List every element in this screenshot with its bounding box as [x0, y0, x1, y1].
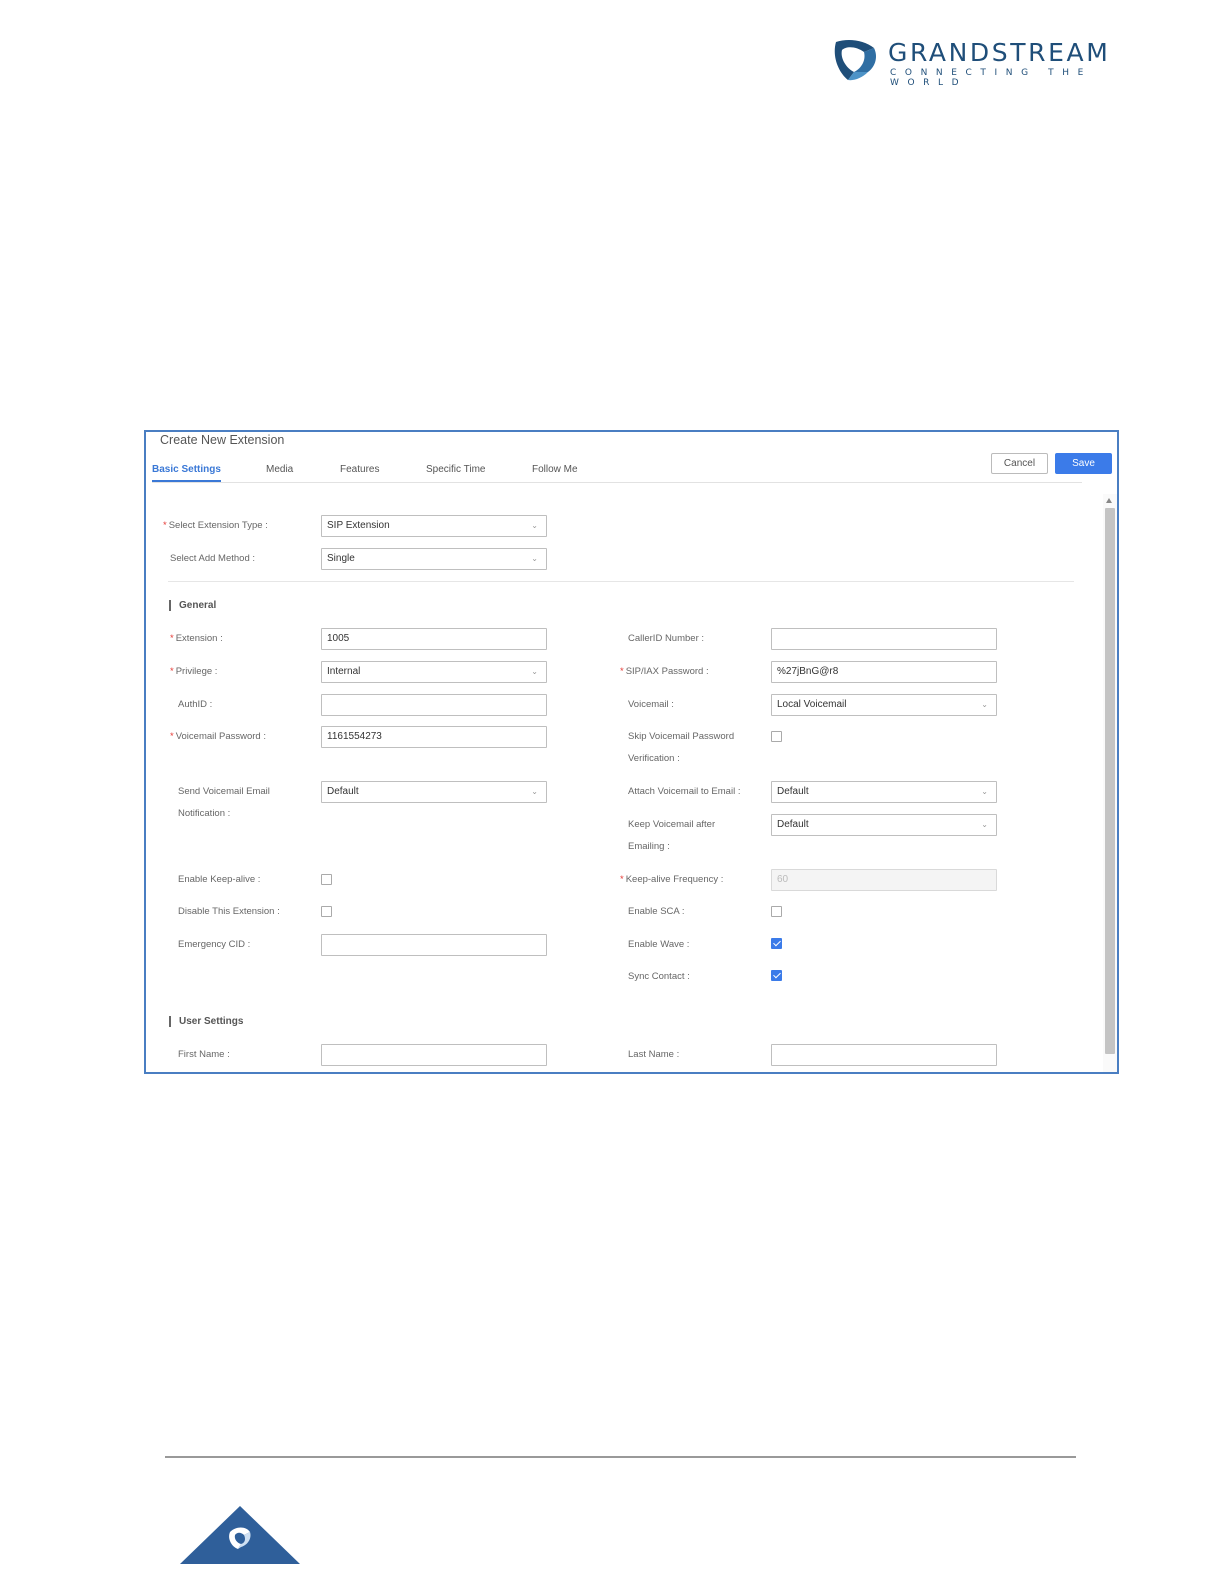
keep-voicemail-label-line1: Keep Voicemail after [628, 819, 716, 830]
grandstream-swoosh-icon [834, 40, 876, 81]
voicemail-password-input[interactable]: 1161554273 [321, 726, 547, 748]
first-name-label: First Name : [178, 1049, 230, 1060]
voicemail-select[interactable]: Local Voicemail ⌄ [771, 694, 997, 716]
enable-sca-label: Enable SCA : [628, 906, 685, 917]
sync-contact-label: Sync Contact : [628, 971, 690, 982]
footer-divider [165, 1456, 1076, 1458]
add-method-select[interactable]: Single ⌄ [321, 548, 547, 570]
attach-voicemail-select[interactable]: Default ⌄ [771, 781, 997, 803]
authid-input[interactable] [321, 694, 547, 716]
extension-type-label: * Select Extension Type : [163, 520, 268, 531]
enable-wave-checkbox[interactable] [771, 938, 782, 949]
privilege-select[interactable]: Internal ⌄ [321, 661, 547, 683]
emergency-cid-label: Emergency CID : [178, 939, 251, 950]
tab-media[interactable]: Media [266, 464, 293, 475]
chevron-down-icon: ⌄ [981, 787, 988, 796]
extension-label: * Extension : [170, 633, 223, 644]
chevron-down-icon: ⌄ [531, 521, 538, 530]
extension-input[interactable]: 1005 [321, 628, 547, 650]
keepalive-checkbox[interactable] [321, 874, 332, 885]
enable-wave-label: Enable Wave : [628, 939, 690, 950]
last-name-input[interactable] [771, 1044, 997, 1066]
scroll-thumb[interactable] [1105, 508, 1115, 1054]
save-button[interactable]: Save [1055, 453, 1112, 474]
brand-tagline: CONNECTING THE WORLD [890, 68, 1092, 88]
keepalive-label: Enable Keep-alive : [178, 874, 261, 885]
vertical-scrollbar[interactable] [1103, 494, 1117, 1072]
send-voicemail-select[interactable]: Default ⌄ [321, 781, 547, 803]
grandstream-triangle-icon [180, 1506, 300, 1564]
skip-voicemail-checkbox[interactable] [771, 731, 782, 742]
scroll-up-arrow-icon[interactable] [1106, 498, 1112, 503]
disable-extension-checkbox[interactable] [321, 906, 332, 917]
privilege-label: * Privilege : [170, 666, 218, 677]
cancel-button[interactable]: Cancel [991, 453, 1048, 474]
add-method-label: Select Add Method : [170, 553, 256, 564]
first-name-input[interactable] [321, 1044, 547, 1066]
sync-contact-checkbox[interactable] [771, 970, 782, 981]
chevron-down-icon: ⌄ [981, 700, 988, 709]
tab-divider [152, 482, 1082, 483]
attach-voicemail-label: Attach Voicemail to Email : [628, 786, 741, 797]
grandstream-logo: GRANDSTREAM CONNECTING THE WORLD [834, 38, 1164, 88]
chevron-down-icon: ⌄ [981, 820, 988, 829]
general-section-title: General [169, 600, 216, 611]
voicemail-label: Voicemail : [628, 699, 674, 710]
keep-voicemail-select[interactable]: Default ⌄ [771, 814, 997, 836]
brand-name: GRANDSTREAM [888, 38, 1111, 67]
callerid-input[interactable] [771, 628, 997, 650]
extension-type-select[interactable]: SIP Extension ⌄ [321, 515, 547, 537]
keepalive-frequency-input[interactable]: 60 [771, 869, 997, 891]
user-settings-section-title: User Settings [169, 1016, 243, 1027]
chevron-down-icon: ⌄ [531, 787, 538, 796]
send-voicemail-label-line1: Send Voicemail Email [178, 786, 270, 797]
footer-grandstream-logo [180, 1504, 300, 1564]
skip-voicemail-label-line2: Verification : [628, 753, 680, 764]
sip-password-input[interactable]: %27jBnG@r8 [771, 661, 997, 683]
keep-voicemail-label-line2: Emailing : [628, 841, 670, 852]
tab-follow-me[interactable]: Follow Me [532, 464, 578, 475]
voicemail-password-label: * Voicemail Password : [170, 731, 266, 742]
dialog-title: Create New Extension [160, 433, 285, 447]
callerid-label: CallerID Number : [628, 633, 705, 644]
enable-sca-checkbox[interactable] [771, 906, 782, 917]
skip-voicemail-label-line1: Skip Voicemail Password [628, 731, 735, 742]
create-extension-dialog: Create New Extension Basic Settings Medi… [144, 430, 1119, 1074]
tab-specific-time[interactable]: Specific Time [426, 464, 485, 475]
disable-extension-label: Disable This Extension : [178, 906, 280, 917]
send-voicemail-label-line2: Notification : [178, 808, 231, 819]
chevron-down-icon: ⌄ [531, 667, 538, 676]
last-name-label: Last Name : [628, 1049, 680, 1060]
keepalive-frequency-label: * Keep-alive Frequency : [620, 874, 724, 885]
chevron-down-icon: ⌄ [531, 554, 538, 563]
sip-password-label: * SIP/IAX Password : [620, 666, 709, 677]
tab-features[interactable]: Features [340, 464, 379, 475]
authid-label: AuthID : [178, 699, 213, 710]
emergency-cid-input[interactable] [321, 934, 547, 956]
tab-basic-settings[interactable]: Basic Settings [152, 464, 221, 475]
section-divider [168, 581, 1074, 582]
